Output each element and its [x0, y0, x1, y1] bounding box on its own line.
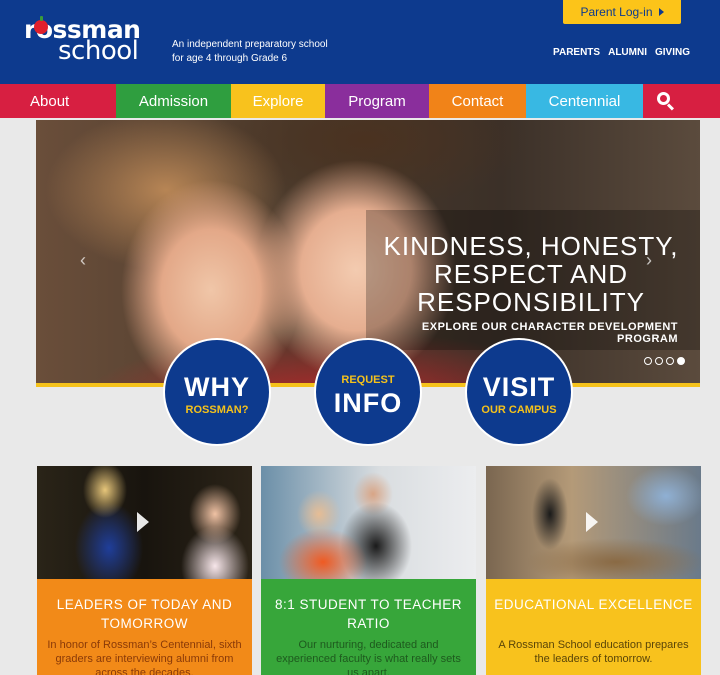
play-icon[interactable] — [586, 512, 598, 532]
logo-word-school: school — [58, 36, 139, 66]
card-title[interactable]: EDUCATIONAL EXCELLENCE — [492, 595, 695, 614]
card-text: Our nurturing, dedicated and experienced… — [276, 639, 461, 675]
chevron-left-icon[interactable]: ‹ — [80, 250, 86, 271]
card-ratio[interactable]: 8:1 STUDENT TO TEACHER RATIO Our nurturi… — [261, 466, 476, 675]
slide-dot[interactable] — [655, 357, 663, 365]
nav-item-program[interactable]: Program — [325, 84, 429, 118]
parent-login-label: Parent Log-in — [580, 5, 653, 19]
parents-link[interactable]: PARENTS — [553, 47, 600, 58]
slide-dot[interactable] — [666, 357, 674, 365]
giving-link[interactable]: GIVING — [655, 47, 690, 58]
card-body: LEADERS OF TODAY AND TOMORROW In honor o… — [37, 579, 252, 675]
chevron-right-icon[interactable]: › — [646, 250, 652, 271]
card-photo[interactable] — [261, 466, 476, 579]
apple-icon — [34, 16, 48, 34]
nav-item-explore[interactable]: Explore — [231, 84, 325, 118]
slide-dot[interactable] — [644, 357, 652, 365]
why-rossman-button[interactable]: WHY ROSSMAN? — [163, 338, 271, 446]
card-leaders[interactable]: LEADERS OF TODAY AND TOMORROW In honor o… — [37, 466, 252, 675]
slide-indicators — [644, 357, 685, 365]
rossman-label: ROSSMAN? — [185, 404, 249, 416]
nav-item-about[interactable]: About — [0, 84, 116, 118]
card-body: EDUCATIONAL EXCELLENCE A Rossman School … — [486, 579, 701, 675]
nav-item-centennial[interactable]: Centennial — [526, 84, 643, 118]
request-info-button[interactable]: REQUEST INFO — [314, 338, 422, 446]
card-body: 8:1 STUDENT TO TEACHER RATIO Our nurturi… — [261, 579, 476, 675]
alumni-link[interactable]: ALUMNI — [608, 47, 647, 58]
request-label: REQUEST — [341, 374, 395, 386]
slide-dot-active[interactable] — [677, 357, 685, 365]
nav-item-contact[interactable]: Contact — [429, 84, 526, 118]
site-header: rossman school An independent preparator… — [0, 0, 720, 84]
card-title[interactable]: 8:1 STUDENT TO TEACHER RATIO — [267, 595, 470, 633]
visit-label: VISIT — [482, 372, 556, 402]
card-video-thumbnail[interactable] — [37, 466, 252, 579]
card-video-thumbnail[interactable] — [486, 466, 701, 579]
main-nav: About Admission Explore Program Contact … — [0, 84, 720, 118]
parent-login-button[interactable]: Parent Log-in — [563, 0, 681, 24]
nav-item-admission[interactable]: Admission — [116, 84, 231, 118]
why-label: WHY — [184, 372, 250, 402]
info-label: INFO — [333, 388, 403, 418]
search-button[interactable] — [643, 84, 720, 118]
our-campus-label: OUR CAMPUS — [481, 404, 557, 416]
card-excellence[interactable]: EDUCATIONAL EXCELLENCE A Rossman School … — [486, 466, 701, 675]
card-title[interactable]: LEADERS OF TODAY AND TOMORROW — [43, 595, 246, 633]
utility-links: PARENTS ALUMNI GIVING — [553, 47, 690, 58]
search-icon — [657, 92, 675, 111]
visit-campus-button[interactable]: VISIT OUR CAMPUS — [465, 338, 573, 446]
card-text: A Rossman School education prepares the … — [498, 639, 689, 665]
play-icon[interactable] — [137, 512, 149, 532]
hero-title: KINDNESS, HONESTY, RESPECT AND RESPONSIB… — [383, 231, 679, 317]
rossman-school-logo[interactable]: rossman school — [24, 16, 152, 67]
arrow-right-icon — [658, 8, 664, 16]
school-tagline: An independent preparatory school for ag… — [172, 39, 328, 64]
card-text: In honor of Rossman’s Centennial, sixth … — [47, 639, 242, 675]
